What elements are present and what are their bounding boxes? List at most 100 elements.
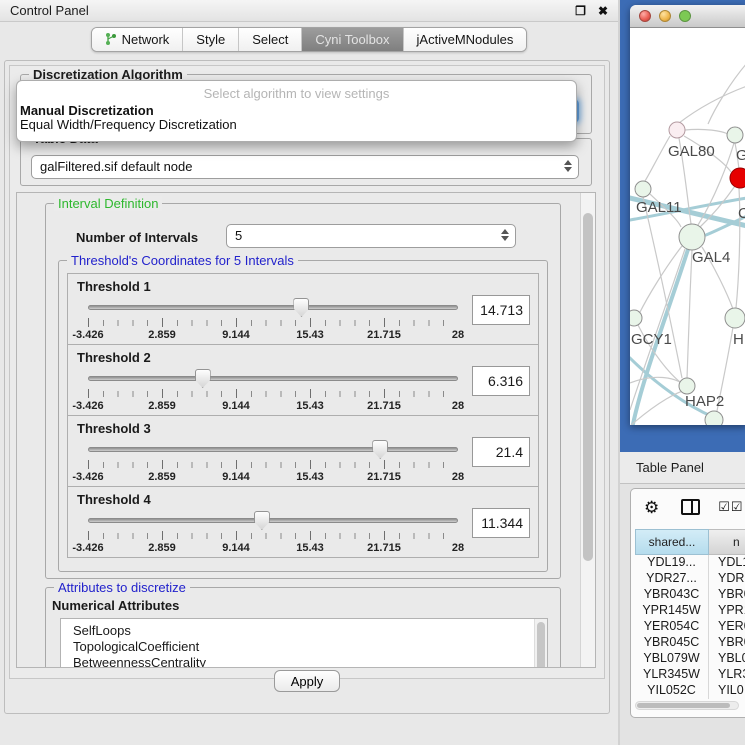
- slider-major-ticks: [88, 318, 458, 327]
- node-label-ga: GA: [736, 147, 745, 164]
- table-row[interactable]: YLR345W YLR3: [635, 667, 745, 683]
- network-canvas[interactable]: GAL80 GAL11 GAL4 GCY1 HAP2 GA C H: [630, 28, 745, 425]
- list-scrollbar-thumb[interactable]: [537, 622, 545, 668]
- attribute-list-item[interactable]: SelfLoops: [61, 623, 547, 639]
- node-table: shared... n YDL19... YDL1 YDR27... YDR2 …: [635, 529, 745, 699]
- apply-button[interactable]: Apply: [274, 670, 340, 692]
- table-row[interactable]: YDR27... YDR2: [635, 571, 745, 587]
- node-label-c: C: [738, 205, 745, 222]
- slider-thumb[interactable]: [372, 440, 388, 459]
- node-gal80[interactable]: [669, 122, 685, 138]
- settings-scrollbar[interactable]: [580, 193, 595, 667]
- node-bottom[interactable]: [705, 411, 723, 425]
- threshold-slider[interactable]: -3.426 2.859 9.144 15.43 21.715 28: [88, 511, 458, 557]
- control-panel: Control Panel ❐ ✖ Network Style Sele: [0, 0, 618, 745]
- threshold-list: Threshold 1 -3.426 2.859: [59, 274, 547, 558]
- close-icon[interactable]: ✖: [598, 4, 608, 18]
- thresholds-group: Threshold's Coordinates for 5 Intervals …: [58, 260, 548, 572]
- number-of-intervals-combobox[interactable]: 5: [226, 224, 516, 248]
- node-selected-red[interactable]: [730, 168, 745, 188]
- slider-tick-labels: -3.426 2.859 9.144 15.43 21.715 28: [88, 329, 458, 342]
- node-gcy1[interactable]: [630, 310, 642, 326]
- table-scrollbar-thumb[interactable]: [637, 703, 730, 708]
- close-button[interactable]: [639, 10, 651, 22]
- threshold-panel: Threshold 2 -3.426 2.859: [67, 344, 539, 416]
- group-title: Attributes to discretize: [54, 580, 190, 595]
- zoom-button[interactable]: [679, 10, 691, 22]
- tab-label: Network: [122, 32, 170, 47]
- slider-thumb[interactable]: [195, 369, 211, 388]
- tab-jactivemnodules[interactable]: jActiveMNodules: [403, 28, 527, 51]
- threshold-label: Threshold 1: [77, 279, 151, 294]
- dropdown-option-equal-width[interactable]: Equal Width/Frequency Discretization: [17, 118, 576, 132]
- number-of-intervals-value: 5: [235, 228, 242, 243]
- tab-select[interactable]: Select: [238, 28, 301, 51]
- table-row[interactable]: YBL079W YBL0: [635, 651, 745, 667]
- table-data-group: Table Data galFiltered.sif default node: [20, 138, 592, 186]
- table-row[interactable]: YIL052C YIL0: [635, 683, 745, 699]
- slider-track[interactable]: [88, 376, 458, 381]
- attributes-group: Attributes to discretize Numerical Attri…: [45, 587, 561, 668]
- tab-style[interactable]: Style: [182, 28, 238, 51]
- attribute-list-item[interactable]: TopologicalCoefficient: [61, 639, 547, 655]
- network-window-titlebar: [630, 5, 745, 28]
- table-row[interactable]: YDL19... YDL1: [635, 555, 745, 571]
- table-row[interactable]: YBR043C YBR0: [635, 587, 745, 603]
- table-row[interactable]: YBR045C YBR0: [635, 635, 745, 651]
- numerical-attributes-label: Numerical Attributes: [52, 598, 179, 613]
- interval-definition-group: Interval Definition Number of Intervals …: [45, 203, 561, 579]
- threshold-value-field[interactable]: 6.316: [472, 366, 530, 396]
- threshold-slider[interactable]: -3.426 2.859 9.144 15.43 21.715 28: [88, 298, 458, 344]
- column-header-name[interactable]: n: [709, 529, 745, 555]
- combo-arrows-icon: [501, 229, 509, 241]
- node-h[interactable]: [725, 308, 745, 328]
- slider-track[interactable]: [88, 305, 458, 310]
- slider-thumb[interactable]: [254, 511, 270, 530]
- node-top-right[interactable]: [727, 127, 743, 143]
- checkbox-icons[interactable]: ☑☑: [718, 499, 743, 515]
- slider-track[interactable]: [88, 447, 458, 452]
- list-scrollbar[interactable]: [534, 619, 547, 668]
- dropdown-option-manual[interactable]: Manual Discretization: [17, 104, 576, 118]
- threshold-value-field[interactable]: 14.713: [472, 295, 530, 325]
- table-row[interactable]: YER054C YER0: [635, 619, 745, 635]
- threshold-label: Threshold 3: [77, 421, 151, 436]
- slider-major-ticks: [88, 531, 458, 540]
- slider-major-ticks: [88, 460, 458, 469]
- node-gal11[interactable]: [635, 181, 651, 197]
- attribute-list-item[interactable]: BetweennessCentrality: [61, 655, 547, 668]
- table-panel-title: Table Panel: [620, 452, 745, 484]
- column-header-shared-name[interactable]: shared...: [635, 529, 709, 555]
- node-gal4[interactable]: [679, 224, 705, 250]
- threshold-value-field[interactable]: 11.344: [472, 508, 530, 538]
- table-horizontal-scrollbar[interactable]: [635, 701, 739, 710]
- tab-cyni-toolbox[interactable]: Cyni Toolbox: [301, 28, 402, 51]
- combo-arrows-icon: [564, 160, 572, 172]
- attributes-listbox[interactable]: SelfLoops TopologicalCoefficient Between…: [60, 618, 548, 668]
- threshold-slider[interactable]: -3.426 2.859 9.144 15.43 21.715 28: [88, 369, 458, 415]
- network-window: GAL80 GAL11 GAL4 GCY1 HAP2 GA C H: [630, 5, 745, 425]
- float-window-icon[interactable]: ❐: [575, 4, 586, 18]
- number-of-intervals-label: Number of Intervals: [76, 230, 198, 245]
- algorithm-dropdown-popup: Select algorithm to view settings Manual…: [16, 80, 577, 142]
- panel-title: Control Panel: [10, 3, 89, 18]
- threshold-value-field[interactable]: 21.4: [472, 437, 530, 467]
- table-row[interactable]: YPR145W YPR1: [635, 603, 745, 619]
- threshold-slider[interactable]: -3.426 2.859 9.144 15.43 21.715 28: [88, 440, 458, 486]
- slider-track[interactable]: [88, 518, 458, 523]
- group-title: Interval Definition: [54, 196, 162, 211]
- minimize-button[interactable]: [659, 10, 671, 22]
- threshold-panel: Threshold 3 -3.426 2.859: [67, 415, 539, 487]
- control-panel-titlebar: Control Panel ❐ ✖: [0, 0, 618, 22]
- group-title: Threshold's Coordinates for 5 Intervals: [67, 253, 298, 268]
- node-hap2[interactable]: [679, 378, 695, 394]
- slider-thumb[interactable]: [293, 298, 309, 317]
- settings-scrollbar-thumb[interactable]: [583, 213, 593, 561]
- tab-network[interactable]: Network: [92, 28, 183, 51]
- gear-icon[interactable]: ⚙: [644, 499, 659, 516]
- table-data-value: galFiltered.sif default node: [40, 159, 192, 174]
- split-pane-icon[interactable]: [681, 499, 700, 515]
- table-data-combobox[interactable]: galFiltered.sif default node: [31, 155, 579, 179]
- discretize-data-pane: Discretization Algorithm Select algorith…: [9, 65, 605, 679]
- slider-tick-labels: -3.426 2.859 9.144 15.43 21.715 28: [88, 542, 458, 555]
